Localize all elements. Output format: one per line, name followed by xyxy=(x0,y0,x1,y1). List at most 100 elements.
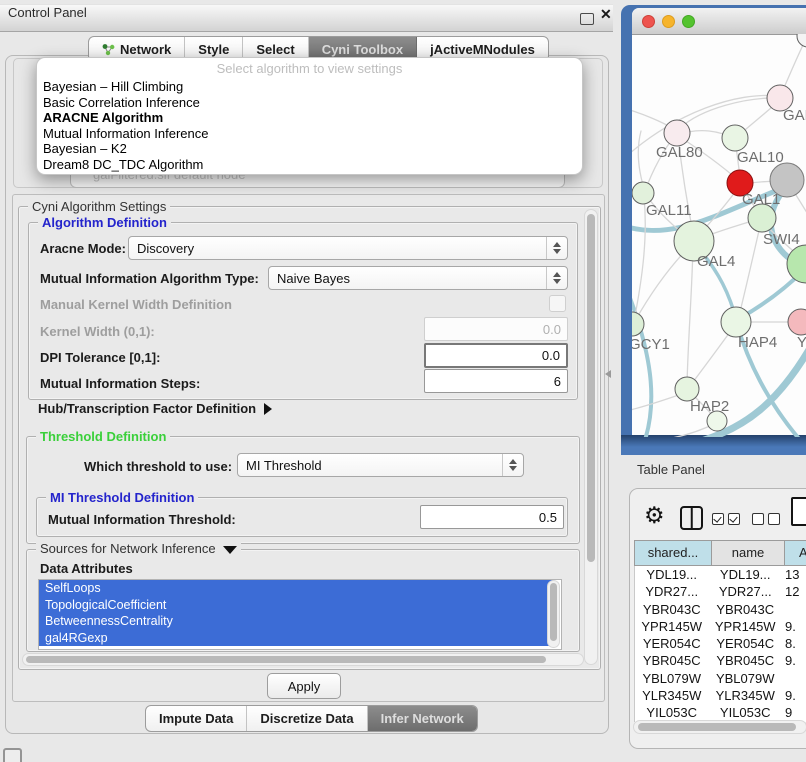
column-header-name[interactable]: name xyxy=(712,541,785,565)
deselect-all-checkboxes-icon[interactable] xyxy=(752,513,780,525)
network-window-titlebar xyxy=(632,8,806,35)
network-node[interactable] xyxy=(797,34,806,47)
algorithm-option[interactable]: Bayesian – Hill Climbing xyxy=(37,79,582,95)
mi-algorithm-type-value: Naive Bayes xyxy=(277,271,350,286)
settings-vertical-scrollbar[interactable] xyxy=(584,209,598,665)
node-label: HAP4 xyxy=(738,334,777,351)
gear-icon[interactable]: ⚙ xyxy=(644,502,665,529)
app-screen: Control Panel ✕ Network Style Select Cyn… xyxy=(0,0,806,762)
network-edge[interactable] xyxy=(634,197,645,321)
sources-expander[interactable]: Sources for Network Inference xyxy=(36,541,241,556)
close-traffic-light[interactable] xyxy=(642,15,655,28)
scrollbar-thumb[interactable] xyxy=(550,583,557,641)
table-cell: YBR045C xyxy=(634,652,709,669)
attribute-item[interactable]: SelfLoops xyxy=(39,580,553,597)
network-edge[interactable] xyxy=(632,108,672,128)
mi-steps-field[interactable]: 6 xyxy=(424,369,568,393)
minimize-traffic-light[interactable] xyxy=(662,15,675,28)
export-table-icon[interactable] xyxy=(791,497,806,526)
aracne-mode-select[interactable]: Discovery xyxy=(128,236,568,260)
tab-impute-data[interactable]: Impute Data xyxy=(146,706,247,731)
aracne-mode-value: Discovery xyxy=(137,241,194,256)
algorithm-options-list: Bayesian – Hill ClimbingBasic Correlatio… xyxy=(37,79,582,173)
table-row[interactable]: YER054CYER054C8. xyxy=(634,635,806,652)
table-cell: YLR345W xyxy=(634,687,709,704)
network-node[interactable] xyxy=(722,125,748,151)
node-label: Y xyxy=(797,334,806,351)
mi-threshold-label: Mutual Information Threshold: xyxy=(48,512,236,527)
table-header: shared... name A xyxy=(634,540,806,566)
table-row[interactable]: YBL079WYBL079W xyxy=(634,670,806,687)
algorithm-option[interactable]: Mutual Information Inference xyxy=(37,126,582,142)
node-label: GAL xyxy=(783,107,806,124)
close-icon[interactable]: ✕ xyxy=(600,6,612,23)
panel-splitter-handle[interactable] xyxy=(605,370,611,378)
tab-label: Impute Data xyxy=(159,711,233,726)
node-label: GAL80 xyxy=(656,144,703,161)
network-node[interactable] xyxy=(748,204,776,232)
expand-right-icon xyxy=(264,403,272,415)
table-cell: 13 xyxy=(781,566,806,583)
table-cell: YBL079W xyxy=(709,670,781,687)
table-horizontal-scrollbar[interactable] xyxy=(633,720,806,734)
network-node[interactable] xyxy=(721,307,751,337)
network-node[interactable] xyxy=(632,182,654,204)
hub-definition-expander[interactable]: Hub/Transcription Factor Definition xyxy=(38,401,272,416)
network-node[interactable] xyxy=(664,120,690,146)
network-edge[interactable] xyxy=(687,246,693,385)
network-node[interactable] xyxy=(787,245,806,283)
table-row[interactable]: YLR345WYLR345W9. xyxy=(634,687,806,704)
scrollbar-thumb[interactable] xyxy=(638,723,796,731)
attributes-scrollbar[interactable] xyxy=(547,580,560,648)
dpi-tolerance-field[interactable]: 0.0 xyxy=(424,343,568,368)
tab-infer-network[interactable]: Infer Network xyxy=(368,706,477,731)
table-cell: 9. xyxy=(781,618,806,635)
tab-discretize-data[interactable]: Discretize Data xyxy=(247,706,367,731)
table-row[interactable]: YBR045CYBR045C9. xyxy=(634,652,806,669)
control-panel-titlebar xyxy=(0,4,613,32)
settings-horizontal-scrollbar[interactable] xyxy=(22,653,584,666)
kernel-width-field[interactable]: 0.0 xyxy=(424,317,568,341)
which-threshold-select[interactable]: MI Threshold xyxy=(237,453,524,477)
attribute-item[interactable]: TopologicalCoefficient xyxy=(39,597,553,614)
node-label: GCY1 xyxy=(632,336,670,353)
tab-label: Infer Network xyxy=(381,711,464,726)
table-cell: YDL19... xyxy=(709,566,781,583)
network-edge[interactable] xyxy=(658,423,716,437)
select-all-checkboxes-icon[interactable] xyxy=(712,513,740,525)
mi-algorithm-type-select[interactable]: Naive Bayes xyxy=(268,266,568,290)
algorithm-option[interactable]: Basic Correlation Inference xyxy=(37,95,582,111)
node-label: HAP2 xyxy=(690,398,729,415)
table-row[interactable]: YDR27...YDR27...12 xyxy=(634,583,806,600)
table-cell: 8. xyxy=(781,635,806,652)
threshold-definition-title: Threshold Definition xyxy=(36,429,170,444)
scrollbar-thumb[interactable] xyxy=(26,656,546,663)
table-row[interactable]: YDL19...YDL19...13 xyxy=(634,566,806,583)
column-header-shared-name[interactable]: shared... xyxy=(635,541,712,565)
attribute-item[interactable]: BetweennessCentrality xyxy=(39,613,553,630)
float-window-icon[interactable] xyxy=(580,13,594,25)
attribute-item[interactable]: gal4RGexp xyxy=(39,630,553,647)
algorithm-option[interactable]: Bayesian – K2 xyxy=(37,141,582,157)
algorithm-option[interactable]: Dream8 DC_TDC Algorithm xyxy=(37,157,582,173)
network-node[interactable] xyxy=(788,309,806,335)
table-cell xyxy=(781,670,806,687)
apply-button[interactable]: Apply xyxy=(267,673,341,699)
mi-threshold-field[interactable]: 0.5 xyxy=(420,505,564,529)
split-columns-icon[interactable] xyxy=(680,506,703,530)
bottom-corner-icon[interactable] xyxy=(3,748,22,762)
table-row[interactable]: YBR043CYBR043C xyxy=(634,601,806,618)
algorithm-dropdown: Select algorithm to view settings Bayesi… xyxy=(36,57,583,175)
zoom-traffic-light[interactable] xyxy=(682,15,695,28)
column-header-clipped[interactable]: A xyxy=(785,541,806,565)
stepper-arrows-icon xyxy=(546,237,567,259)
algorithm-option[interactable]: ARACNE Algorithm xyxy=(37,110,582,126)
table-row[interactable]: YPR145WYPR145W9. xyxy=(634,618,806,635)
tab-label: Discretize Data xyxy=(260,711,353,726)
table-cell: YPR145W xyxy=(709,618,781,635)
node-label: SWI4 xyxy=(763,231,800,248)
scrollbar-thumb[interactable] xyxy=(587,214,595,562)
node-label: GAL4 xyxy=(697,253,735,270)
manual-kernel-checkbox[interactable] xyxy=(549,295,566,312)
network-canvas[interactable]: GALGAL80GAL10GAL1GAL11SWI4GAL4GCY1HAP4YH… xyxy=(632,34,806,437)
